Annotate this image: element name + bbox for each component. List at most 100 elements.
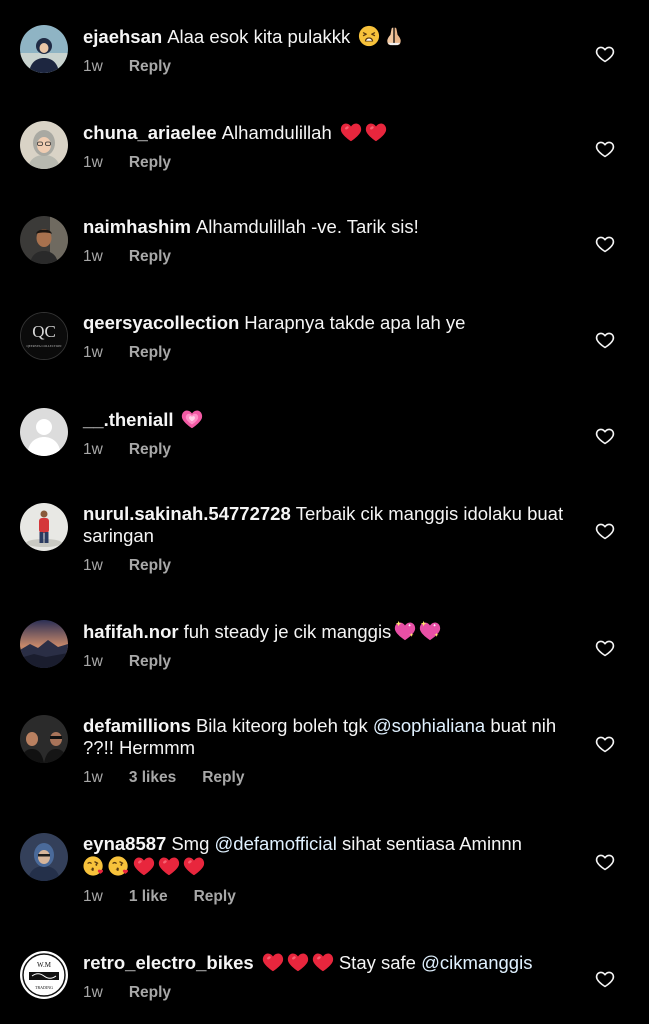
red-heart-emoji [312,951,334,973]
comment-time: 1w [83,58,103,75]
growing-heart-emoji [181,408,203,430]
comment-username[interactable]: hafifah.nor [83,621,179,642]
avatar[interactable] [20,715,68,763]
red-heart-emoji [183,855,205,877]
red-heart-emoji [262,951,284,973]
avatar-logo-subtext: QEERSYA COLLECTION [27,344,63,348]
like-heart-icon[interactable] [595,330,615,350]
comment-meta: 1w 1 like Reply [83,887,579,907]
comment-username[interactable]: eyna8587 [83,833,166,854]
comment-meta: 1w Reply [83,57,579,77]
comment-message: Alhamdulillah -ve. Tarik sis! [195,216,419,237]
comment-body: retro_electro_bikes Stay safe @cikmanggi… [83,951,579,1003]
avatar[interactable] [20,408,68,456]
red-heart-emoji [158,855,180,877]
avatar-logo-text: W.M [37,961,52,969]
reply-button[interactable]: Reply [129,984,171,1001]
comment-text: retro_electro_bikes Stay safe @cikmanggi… [83,951,579,974]
reply-button[interactable]: Reply [194,888,236,905]
reply-button[interactable]: Reply [129,248,171,265]
comment-body: eyna8587 Smg @defamofficial sihat sentias… [83,833,579,907]
reply-button[interactable]: Reply [129,344,171,361]
comment-meta: 1w Reply [83,983,579,1003]
avatar[interactable] [20,833,68,881]
like-heart-icon[interactable] [595,426,615,446]
comment-meta: 1w Reply [83,652,579,672]
comment-body: defamillions Bila kiteorg boleh tgk @soph… [83,715,579,788]
comment-username[interactable]: nurul.sakinah.54772728 [83,503,291,524]
mention-link[interactable]: @defamofficial [215,833,337,854]
avatar[interactable] [20,25,68,73]
comment-body: qeersyacollection Harapnya takde apa lah … [83,312,579,363]
reply-button[interactable]: Reply [202,769,244,786]
avatar-logo-text: QC [32,322,56,341]
comment-body: ejaehsan Alaa esok kita pulakkk 1w Reply [83,25,579,77]
comment-body: hafifah.nor fuh steady je cik manggis 1w R… [83,620,579,672]
comment-meta: 1w Reply [83,247,579,267]
like-heart-icon[interactable] [595,139,615,159]
comment-body: __.theniall 1w Reply [83,408,579,460]
comment-time: 1w [83,888,103,905]
like-heart-icon[interactable] [595,234,615,254]
avatar[interactable] [20,503,68,551]
avatar[interactable] [20,620,68,668]
comment-message: Smg [171,833,210,854]
comment-meta: 1w Reply [83,556,579,576]
comment-meta: 1w Reply [83,343,579,363]
comment-time: 1w [83,984,103,1001]
comment-time: 1w [83,248,103,265]
comment-text: chuna_ariaelee Alhamdulillah [83,121,579,144]
comment-time: 1w [83,557,103,574]
reply-button[interactable]: Reply [129,653,171,670]
folded-hands-emoji [383,25,405,47]
like-count[interactable]: 1 like [129,888,168,905]
kissing-face-emoji [108,855,130,877]
comment-username[interactable]: naimhashim [83,216,191,237]
reply-button[interactable]: Reply [129,58,171,75]
comment-username[interactable]: __.theniall [83,409,173,430]
like-heart-icon[interactable] [595,969,615,989]
like-heart-icon[interactable] [595,521,615,541]
reply-button[interactable]: Reply [129,557,171,574]
like-count[interactable]: 3 likes [129,769,176,786]
mention-link[interactable]: @sophialiana [373,715,485,736]
comment-body: nurul.sakinah.54772728 Terbaik cik manggi… [83,503,579,576]
avatar[interactable]: QC QEERSYA COLLECTION [20,312,68,360]
comment-message: fuh steady je cik manggis [183,621,392,642]
comment-text: naimhashim Alhamdulillah -ve. Tarik sis! [83,216,579,238]
like-heart-icon[interactable] [595,852,615,872]
comment-message-cont: sihat sentiasa Aminnn [341,833,522,854]
red-heart-emoji [287,951,309,973]
avatar[interactable] [20,121,68,169]
avatar[interactable]: W.M TRADING [20,951,68,999]
comment-text: defamillions Bila kiteorg boleh tgk @soph… [83,715,579,759]
like-heart-icon[interactable] [595,638,615,658]
reply-button[interactable]: Reply [129,441,171,458]
comment-text: ejaehsan Alaa esok kita pulakkk [83,25,579,48]
like-heart-icon[interactable] [595,734,615,754]
comment-text: nurul.sakinah.54772728 Terbaik cik manggi… [83,503,579,547]
avatar-logo-subtext: TRADING [35,985,53,990]
comment-body: naimhashim Alhamdulillah -ve. Tarik sis! … [83,216,579,267]
comment-username[interactable]: ejaehsan [83,26,162,47]
comment-time: 1w [83,441,103,458]
sparkling-heart-emoji [394,620,416,642]
comment-message: Harapnya takde apa lah ye [244,312,466,333]
comment-username[interactable]: qeersyacollection [83,312,239,333]
avatar[interactable] [20,216,68,264]
red-heart-emoji [365,121,387,143]
comment-time: 1w [83,769,103,786]
comment-username[interactable]: retro_electro_bikes [83,952,254,973]
comment-text: hafifah.nor fuh steady je cik manggis [83,620,579,643]
kissing-face-emoji [83,855,105,877]
comment-message: Alhamdulillah [221,122,332,143]
comment-message: Stay safe [338,952,416,973]
comment-username[interactable]: chuna_ariaelee [83,122,217,143]
mention-link[interactable]: @cikmanggis [421,952,532,973]
red-heart-emoji [133,855,155,877]
comment-time: 1w [83,653,103,670]
comment-username[interactable]: defamillions [83,715,191,736]
tired-face-emoji [358,25,380,47]
like-heart-icon[interactable] [595,44,615,64]
reply-button[interactable]: Reply [129,154,171,171]
